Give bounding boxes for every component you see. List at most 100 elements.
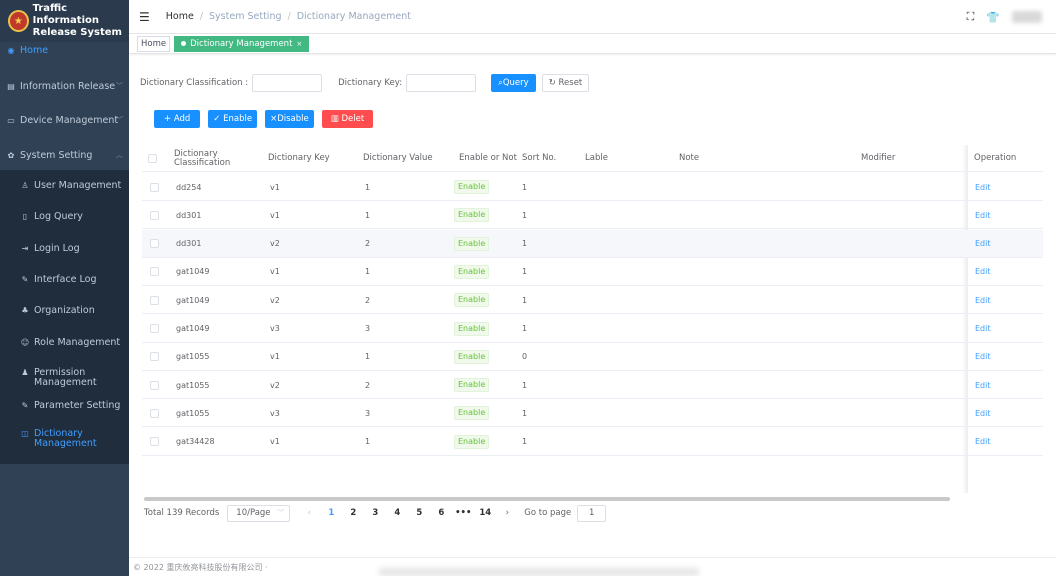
edit-link[interactable]: Edit: [975, 296, 991, 305]
delete-button[interactable]: ▥ Delet: [321, 110, 374, 128]
sidebar-item-parameter-setting[interactable]: ✎ Parameter Setting: [0, 400, 129, 412]
cell-sort: 1: [522, 408, 528, 418]
status-badge: Enable: [454, 349, 490, 364]
goto-page-input[interactable]: 1: [577, 504, 607, 522]
edit-link[interactable]: Edit: [975, 437, 991, 446]
status-badge: Enable: [454, 264, 490, 279]
trash-icon: ▥: [330, 114, 339, 124]
sidebar-item-label: Home: [20, 44, 49, 56]
classification-input[interactable]: [252, 74, 323, 92]
sidebar-item-information-release[interactable]: ▤ Information Release ﹀: [0, 78, 129, 94]
edit-link[interactable]: Edit: [975, 352, 991, 361]
tag-home[interactable]: Home: [137, 35, 171, 52]
sidebar-item-label: Role Management: [34, 337, 121, 348]
row-checkbox[interactable]: [150, 210, 159, 220]
breadcrumb-current: Dictionary Management: [296, 11, 412, 22]
col-operation: Operation: [974, 153, 1017, 163]
login-icon: ⇥: [21, 244, 29, 253]
goto-label: Go to page: [524, 508, 572, 518]
peoples-icon: ♟: [21, 368, 29, 377]
cell-value: 1: [365, 437, 371, 447]
page-number[interactable]: 1: [320, 508, 342, 518]
cell-key: v3: [270, 408, 280, 418]
sidebar-item-login-log[interactable]: ⇥ Login Log: [0, 243, 129, 255]
page-size-select[interactable]: 10/Page ﹀: [227, 504, 291, 522]
sidebar-item-role-management[interactable]: ☺ Role Management: [0, 337, 129, 349]
monitor-icon: ▭: [7, 115, 15, 125]
breadcrumb-home[interactable]: Home: [166, 11, 194, 22]
row-checkbox[interactable]: [150, 408, 159, 418]
key-input[interactable]: [406, 74, 477, 92]
fullscreen-icon[interactable]: ⛶: [967, 10, 975, 24]
cell-value: 1: [365, 352, 371, 362]
page-number[interactable]: 2: [342, 508, 364, 518]
cell-value: 2: [365, 380, 371, 390]
row-checkbox[interactable]: [150, 324, 159, 333]
sidebar-item-organization[interactable]: ♣ Organization: [0, 305, 129, 317]
sidebar-item-dictionary-management[interactable]: ◫ Dictionary Management: [0, 429, 129, 451]
cell-value: 1: [365, 182, 371, 192]
pagination: Total 139 Records 10/Page ﹀ ‹ 1 2 3 4 5 6 ••• 14…: [144, 504, 607, 522]
edit-link[interactable]: Edit: [975, 409, 991, 418]
page-number[interactable]: 14: [474, 508, 496, 518]
page-number[interactable]: 4: [386, 508, 408, 518]
query-button[interactable]: ⌕Query: [491, 74, 536, 92]
select-all-checkbox[interactable]: [148, 154, 157, 163]
table-row: gat34428 v1 1 Enable 1 Edit: [142, 428, 1043, 456]
sidebar-item-home[interactable]: ◉ Home: [0, 42, 129, 58]
cell-sort: 1: [522, 437, 528, 447]
row-checkbox[interactable]: [150, 352, 159, 362]
edit-link[interactable]: Edit: [975, 183, 991, 192]
sidebar-item-label: Log Query: [34, 211, 83, 222]
sidebar-item-log-query[interactable]: ▯ Log Query: [0, 211, 129, 223]
tags-view: Home Dictionary Management ×: [129, 34, 1056, 54]
edit-link[interactable]: Edit: [975, 211, 991, 220]
add-button[interactable]: + Add: [154, 110, 201, 128]
table-row: gat1049 v3 3 Enable 1 Edit: [142, 315, 1043, 343]
tag-dictionary-management[interactable]: Dictionary Management ×: [174, 35, 310, 52]
page-number[interactable]: •••: [452, 508, 474, 518]
enable-button[interactable]: ✓ Enable: [208, 110, 258, 128]
sidebar-item-device-management[interactable]: ▭ Device Management ﹀: [0, 112, 129, 128]
row-checkbox[interactable]: [150, 437, 159, 447]
sidebar-item-label: Organization: [34, 305, 95, 316]
hamburger-icon[interactable]: ☰: [139, 10, 150, 24]
edit-link[interactable]: Edit: [975, 239, 991, 248]
page-number[interactable]: 5: [408, 508, 430, 518]
edit-icon: ✎: [21, 275, 29, 284]
cell-key: v1: [270, 267, 280, 277]
search-form: Dictionary Classification : Dictionary K…: [140, 73, 590, 93]
table-row: gat1049 v2 2 Enable 1 Edit: [142, 286, 1043, 315]
page-number[interactable]: 6: [430, 508, 452, 518]
edit-link[interactable]: Edit: [975, 381, 991, 390]
row-checkbox[interactable]: [150, 239, 159, 249]
row-checkbox[interactable]: [150, 380, 159, 390]
cell-classification: gat1049: [176, 295, 210, 305]
cell-classification: dd254: [176, 182, 202, 192]
sidebar-item-user-management[interactable]: ♙ User Management: [0, 180, 129, 192]
cell-sort: 1: [522, 295, 528, 305]
row-checkbox[interactable]: [150, 182, 159, 192]
row-checkbox[interactable]: [150, 295, 159, 305]
cell-sort: 1: [522, 267, 528, 277]
sidebar-item-permission-management[interactable]: ♟ Permission Management: [0, 368, 129, 390]
prev-page-icon[interactable]: ‹: [298, 508, 320, 518]
status-badge: Enable: [454, 208, 490, 223]
chevron-down-icon: ﹀: [116, 116, 123, 124]
row-checkbox[interactable]: [150, 267, 159, 277]
next-page-icon[interactable]: ›: [496, 508, 518, 518]
horizontal-scrollbar[interactable]: [144, 497, 950, 501]
edit-link[interactable]: Edit: [975, 267, 991, 276]
sidebar-item-system-setting[interactable]: ✿ System Setting ︿: [0, 147, 129, 163]
cell-value: 1: [365, 210, 371, 220]
cell-value: 2: [365, 239, 371, 249]
sidebar-item-interface-log[interactable]: ✎ Interface Log: [0, 274, 129, 286]
avatar[interactable]: [1012, 11, 1042, 23]
edit-link[interactable]: Edit: [975, 324, 991, 333]
footer: © 2022 重庆攸亮科技股份有限公司 ·: [129, 557, 1056, 576]
close-icon[interactable]: ×: [296, 40, 302, 48]
theme-shirt-icon[interactable]: 👕: [986, 11, 1000, 24]
page-number[interactable]: 3: [364, 508, 386, 518]
disable-button[interactable]: ×Disable: [265, 110, 314, 128]
reset-button[interactable]: ↻ Reset: [541, 74, 590, 92]
